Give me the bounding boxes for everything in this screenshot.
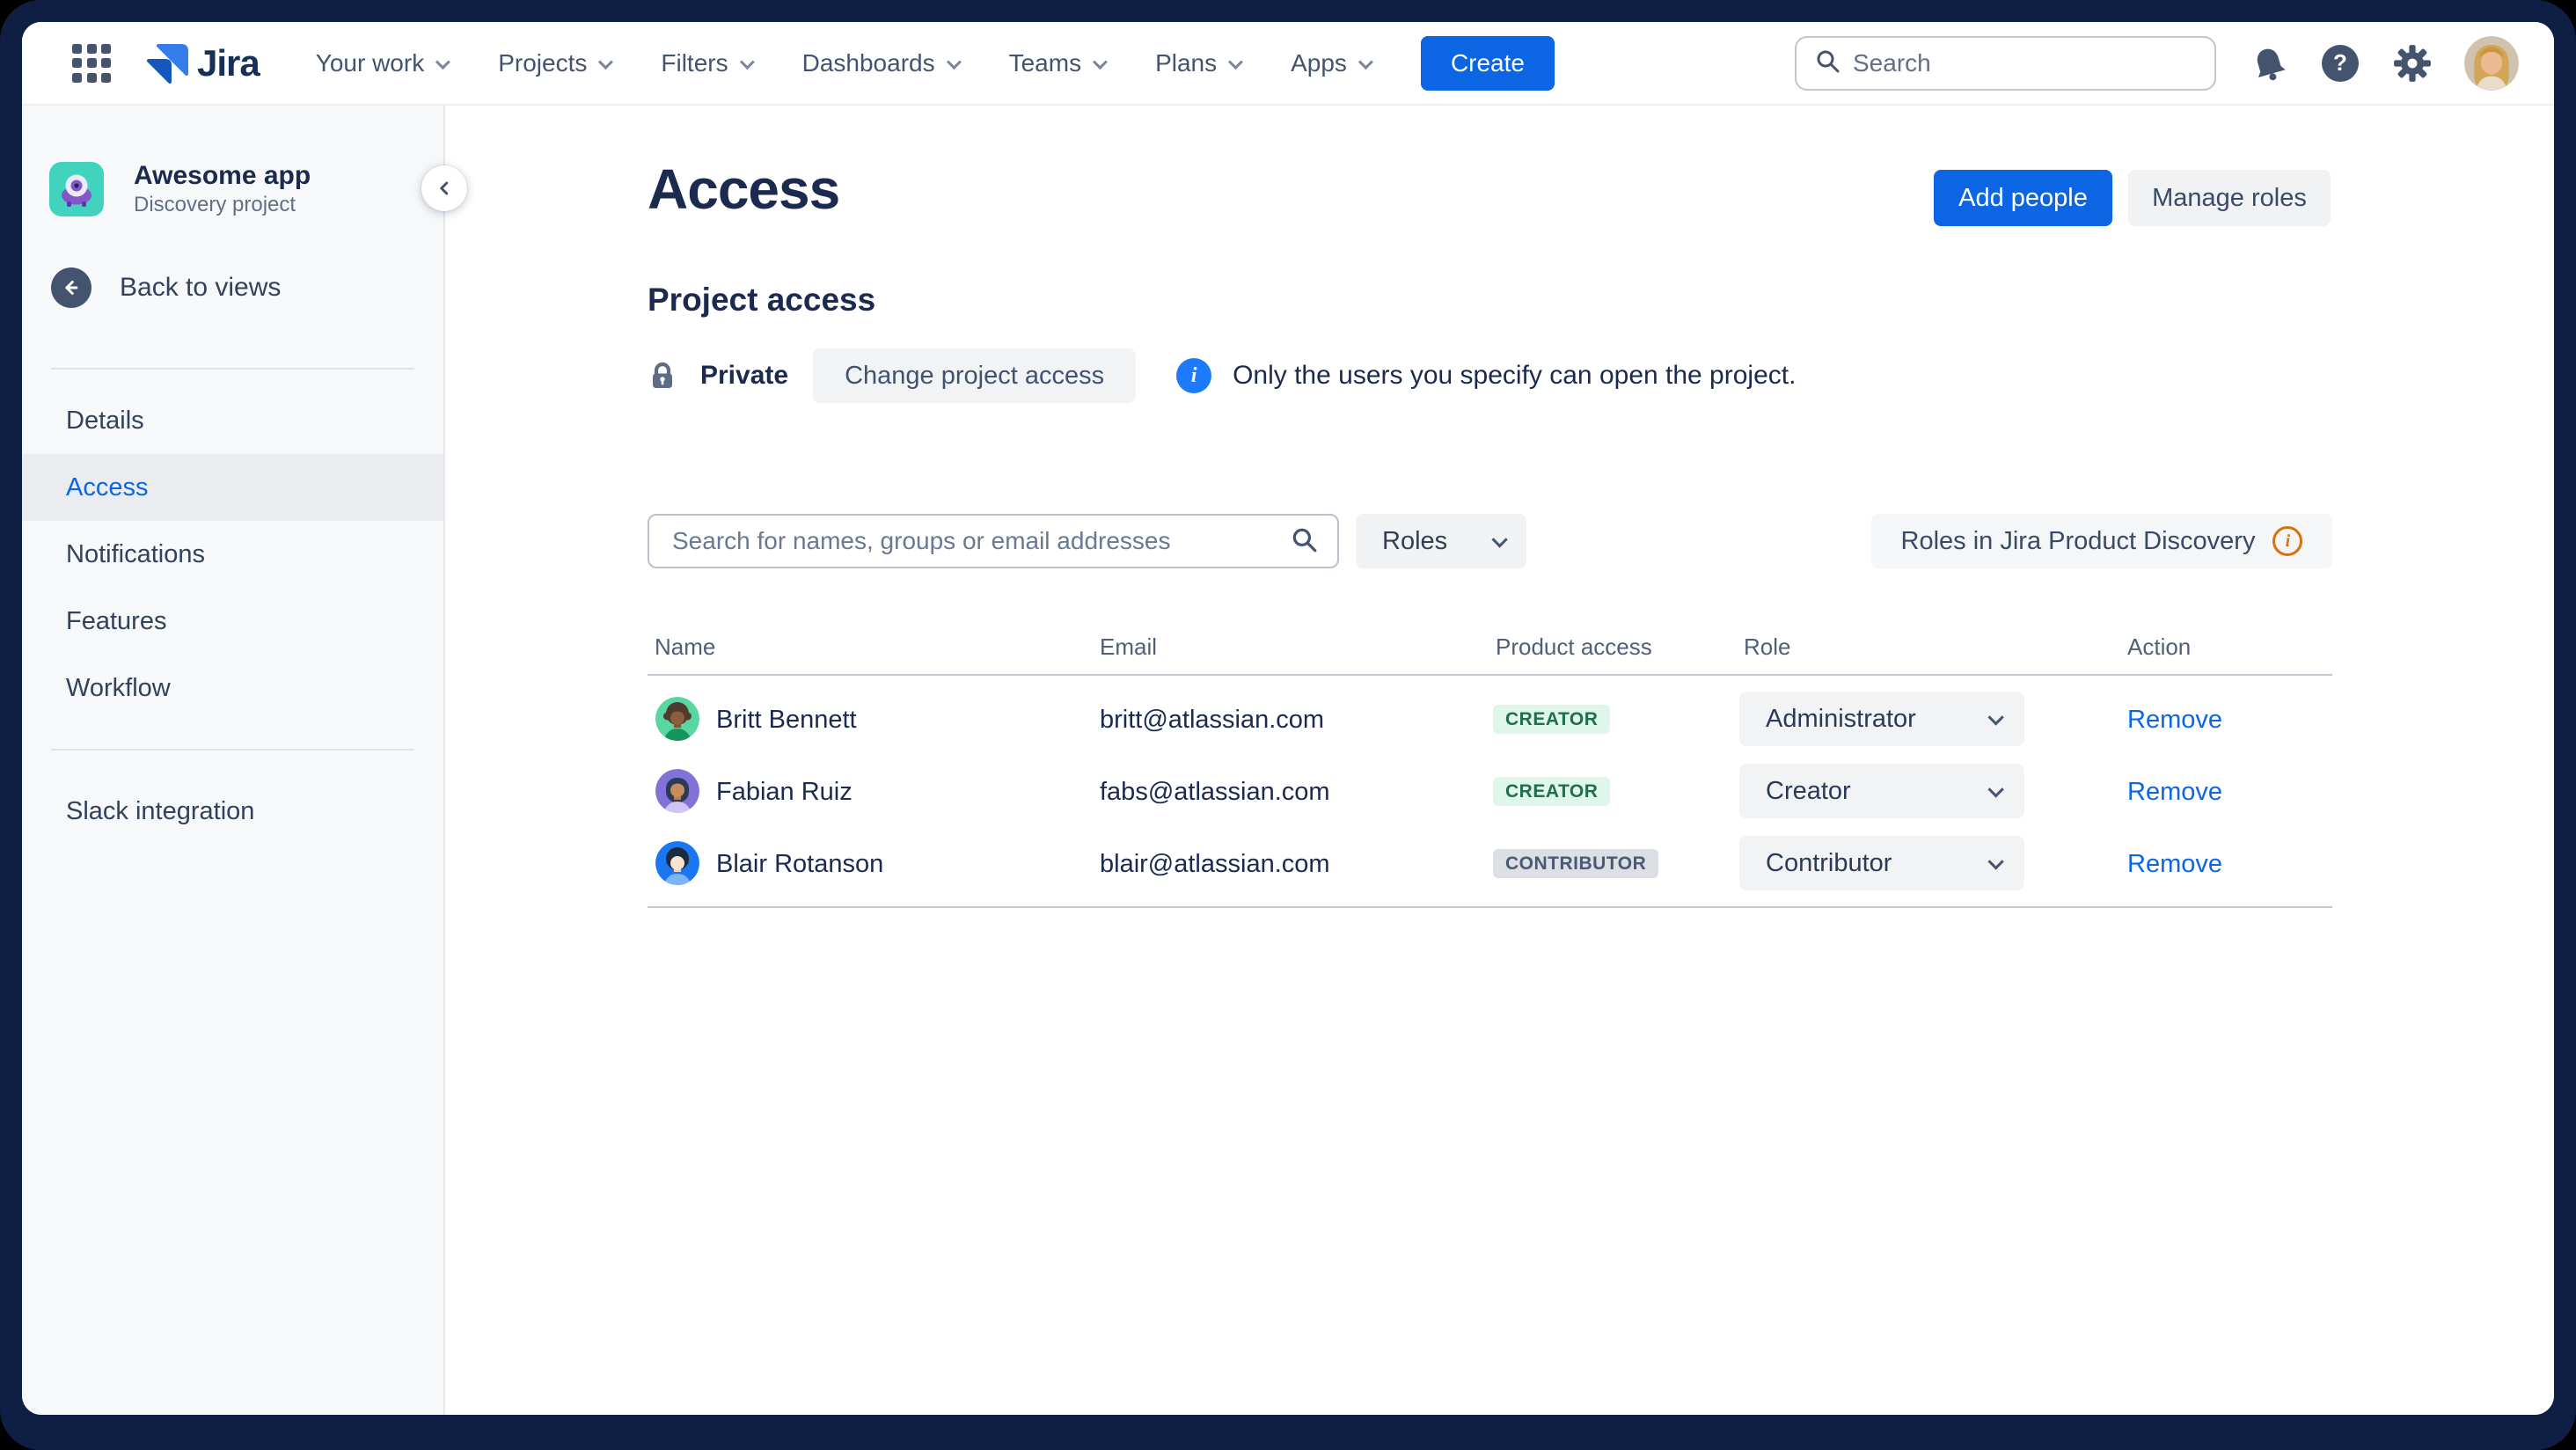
column-header-name: Name [655, 633, 716, 660]
column-header-product-access: Product access [1496, 633, 1652, 660]
product-access-badge: CONTRIBUTOR [1493, 849, 1659, 878]
sidebar-divider [51, 368, 414, 370]
member-name: Fabian Ruiz [716, 778, 853, 806]
nav-dashboards[interactable]: Dashboards [802, 49, 962, 77]
sidebar-divider [51, 749, 414, 751]
search-icon [1814, 48, 1841, 78]
sidebar-item-slack-integration[interactable]: Slack integration [22, 778, 443, 845]
sidebar-item-access[interactable]: Access [22, 454, 443, 521]
project-header: Awesome app Discovery project [49, 160, 311, 218]
column-header-email: Email [1100, 633, 1158, 660]
chevron-down-icon [1987, 780, 2004, 798]
user-avatar[interactable] [2464, 35, 2519, 91]
member-filter-row: Roles Roles in Jira Product Discovery i [445, 514, 2554, 568]
app-window: Jira Your work Projects Filters Dashboar… [22, 22, 2554, 1415]
chevron-down-icon [435, 54, 451, 70]
roles-filter-dropdown[interactable]: Roles [1356, 514, 1526, 568]
chevron-down-icon [1491, 531, 1508, 548]
chevron-down-icon [1987, 853, 2004, 870]
sidebar-item-details[interactable]: Details [22, 387, 443, 454]
lock-icon [648, 361, 677, 391]
search-icon [1290, 525, 1318, 558]
info-icon-orange: i [2272, 526, 2303, 556]
screenshot-frame: Jira Your work Projects Filters Dashboar… [0, 0, 2576, 1450]
remove-link[interactable]: Remove [2127, 850, 2222, 879]
sidebar-item-notifications[interactable]: Notifications [22, 521, 443, 588]
nav-apps[interactable]: Apps [1291, 49, 1373, 77]
nav-your-work[interactable]: Your work [316, 49, 451, 77]
sidebar-item-features[interactable]: Features [22, 588, 443, 655]
jira-logo[interactable]: Jira [143, 38, 260, 88]
sidebar-collapse-button[interactable] [421, 165, 467, 211]
nav-projects[interactable]: Projects [498, 49, 614, 77]
notifications-bell-icon[interactable] [2250, 44, 2288, 83]
page-title: Access [648, 157, 840, 221]
chevron-down-icon [946, 54, 962, 70]
sidebar-menu: Details Access Notifications Features Wo… [22, 387, 443, 845]
product-access-badge: CREATOR [1493, 705, 1611, 734]
table-header-rule [648, 674, 2332, 676]
member-email: blair@atlassian.com [1100, 850, 1330, 878]
privacy-level-label: Private [700, 361, 789, 390]
global-search-box[interactable] [1795, 35, 2216, 91]
table-bottom-rule [648, 906, 2332, 908]
project-settings-sidebar: Awesome app Discovery project Back to vi… [22, 106, 467, 1415]
nav-plans[interactable]: Plans [1155, 49, 1244, 77]
primary-nav: Your work Projects Filters Dashboards Te… [316, 49, 1373, 77]
nav-teams[interactable]: Teams [1009, 49, 1108, 77]
remove-link[interactable]: Remove [2127, 706, 2222, 735]
table-row: Britt Bennett britt@atlassian.com CREATO… [445, 683, 2554, 755]
project-privacy-row: Private Change project access i Only the… [648, 348, 1796, 403]
project-avatar-alien-icon [49, 162, 104, 216]
sidebar-item-workflow[interactable]: Workflow [22, 655, 443, 721]
role-dropdown[interactable]: Contributor [1739, 836, 2024, 890]
chevron-down-icon [1228, 54, 1244, 70]
change-project-access-button[interactable]: Change project access [813, 348, 1137, 403]
avatar [655, 697, 699, 741]
avatar [655, 769, 699, 813]
back-to-views-link[interactable]: Back to views [51, 267, 281, 308]
product-access-badge: CREATOR [1493, 777, 1611, 806]
jira-logo-text: Jira [197, 41, 260, 84]
top-navigation-bar: Jira Your work Projects Filters Dashboar… [22, 22, 2554, 106]
access-settings-main: Access Add people Manage roles Project a… [445, 106, 2554, 1415]
table-row: Blair Rotanson blair@atlassian.com CONTR… [445, 827, 2554, 899]
table-row: Fabian Ruiz fabs@atlassian.com CREATOR C… [445, 755, 2554, 827]
member-search-input[interactable] [672, 527, 1290, 555]
remove-link[interactable]: Remove [2127, 778, 2222, 807]
privacy-info-text: Only the users you specify can open the … [1233, 361, 1797, 390]
arrow-left-icon [51, 267, 91, 308]
manage-roles-button[interactable]: Manage roles [2128, 170, 2331, 226]
chevron-down-icon [1358, 54, 1373, 70]
settings-gear-icon[interactable] [2392, 43, 2433, 84]
chevron-down-icon [598, 54, 614, 70]
info-icon: i [1176, 358, 1212, 393]
member-name: Britt Bennett [716, 706, 857, 734]
page-actions: Add people Manage roles [1934, 170, 2331, 226]
column-header-action: Action [2127, 633, 2192, 660]
app-switcher-icon[interactable] [72, 43, 111, 83]
column-header-role: Role [1744, 633, 1791, 660]
chevron-down-icon [1987, 708, 2004, 726]
member-search-box[interactable] [648, 514, 1339, 568]
nav-filters[interactable]: Filters [661, 49, 755, 77]
chevron-down-icon [739, 54, 755, 70]
create-button[interactable]: Create [1420, 35, 1555, 91]
project-type: Discovery project [134, 193, 296, 216]
jira-logo-icon [143, 38, 188, 88]
member-email: fabs@atlassian.com [1100, 778, 1330, 806]
chevron-down-icon [1092, 54, 1108, 70]
global-search-input[interactable] [1853, 48, 2197, 77]
roles-in-jpd-button[interactable]: Roles in Jira Product Discovery i [1871, 514, 2332, 568]
avatar [655, 841, 699, 885]
add-people-button[interactable]: Add people [1934, 170, 2112, 226]
role-dropdown[interactable]: Creator [1739, 764, 2024, 818]
section-title: Project access [648, 282, 876, 318]
project-name: Awesome app [134, 161, 311, 190]
member-email: britt@atlassian.com [1100, 706, 1325, 734]
member-name: Blair Rotanson [716, 850, 884, 878]
help-icon[interactable]: ? [2322, 44, 2359, 82]
role-dropdown[interactable]: Administrator [1739, 692, 2024, 746]
